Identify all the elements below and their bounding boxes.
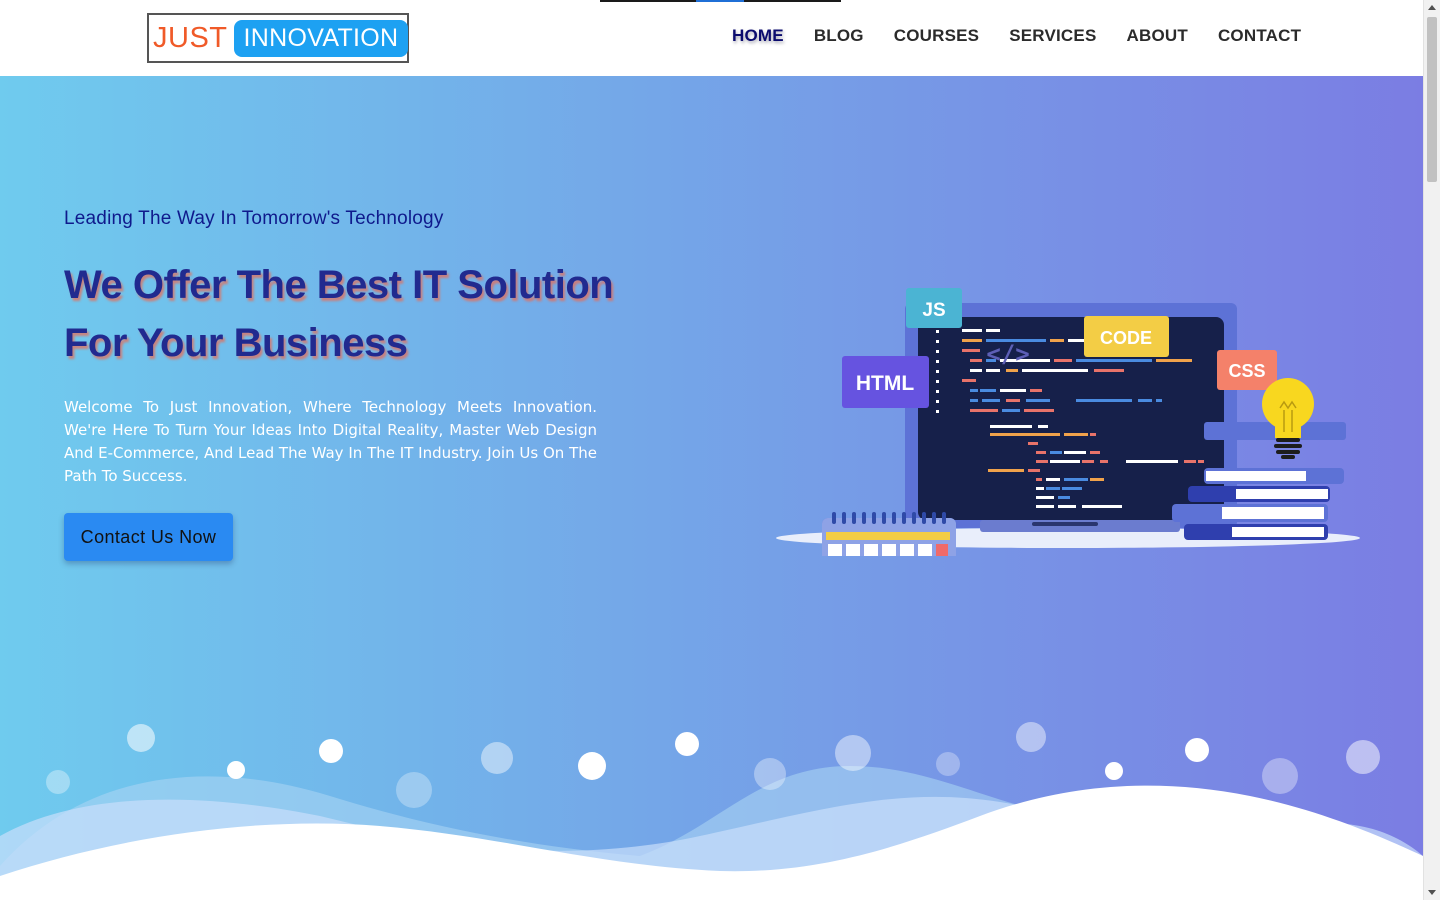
contact-us-button[interactable]: Contact Us Now bbox=[64, 513, 233, 561]
tag-js: JS bbox=[906, 288, 962, 328]
logo-text-innovation: INNOVATION bbox=[233, 19, 409, 57]
nav-link-contact[interactable]: CONTACT bbox=[1218, 26, 1301, 46]
tag-code-label: CODE bbox=[1100, 328, 1152, 348]
nav-link-about[interactable]: ABOUT bbox=[1126, 26, 1187, 46]
page-scrollbar[interactable] bbox=[1423, 0, 1440, 900]
hero-section: Leading The Way In Tomorrow's Technology… bbox=[0, 76, 1423, 900]
calendar-icon bbox=[822, 512, 956, 556]
hero-intro-text: Welcome To Just Innovation, Where Techno… bbox=[64, 398, 597, 485]
main-nav: HOME BLOG COURSES SERVICES ABOUT CONTACT bbox=[732, 26, 1301, 46]
code-gutter bbox=[936, 330, 939, 413]
scroll-thumb[interactable] bbox=[1427, 17, 1437, 182]
site-logo[interactable]: JUST INNOVATION bbox=[147, 13, 409, 63]
coding-laptop-illustration: JS CODE </> HTML CSS bbox=[776, 288, 1360, 556]
nav-link-home[interactable]: HOME bbox=[732, 26, 784, 46]
hero-headline-line2: For Your Business bbox=[64, 321, 408, 365]
tag-css-label: CSS bbox=[1228, 361, 1265, 381]
tag-html-label: HTML bbox=[856, 372, 914, 395]
nav-link-services[interactable]: SERVICES bbox=[1009, 26, 1096, 46]
site-header: JUST INNOVATION HOME BLOG COURSES SERVIC… bbox=[0, 0, 1423, 76]
hero-headline: We Offer The Best IT Solution For Your B… bbox=[64, 256, 684, 372]
scroll-down-arrow-icon[interactable] bbox=[1428, 890, 1436, 895]
tag-html: HTML bbox=[842, 356, 929, 408]
tag-css: CSS bbox=[1217, 350, 1277, 390]
top-progress-strip bbox=[600, 0, 841, 2]
hero-tagline: Leading The Way In Tomorrow's Technology bbox=[64, 208, 444, 229]
hero-headline-line1: We Offer The Best IT Solution bbox=[64, 263, 614, 307]
lightbulb-icon bbox=[1262, 378, 1314, 459]
tag-js-label: JS bbox=[922, 300, 945, 321]
hero-waves-decoration bbox=[0, 722, 1423, 900]
logo-text-just: JUST bbox=[153, 21, 228, 54]
scroll-up-arrow-icon[interactable] bbox=[1428, 5, 1436, 10]
page: JUST INNOVATION HOME BLOG COURSES SERVIC… bbox=[0, 0, 1423, 900]
nav-link-courses[interactable]: COURSES bbox=[894, 26, 979, 46]
nav-link-blog[interactable]: BLOG bbox=[814, 26, 864, 46]
code-symbol-icon: </> bbox=[986, 340, 1029, 368]
laptop-trackpad bbox=[1032, 522, 1098, 526]
tag-code: CODE bbox=[1084, 316, 1169, 357]
